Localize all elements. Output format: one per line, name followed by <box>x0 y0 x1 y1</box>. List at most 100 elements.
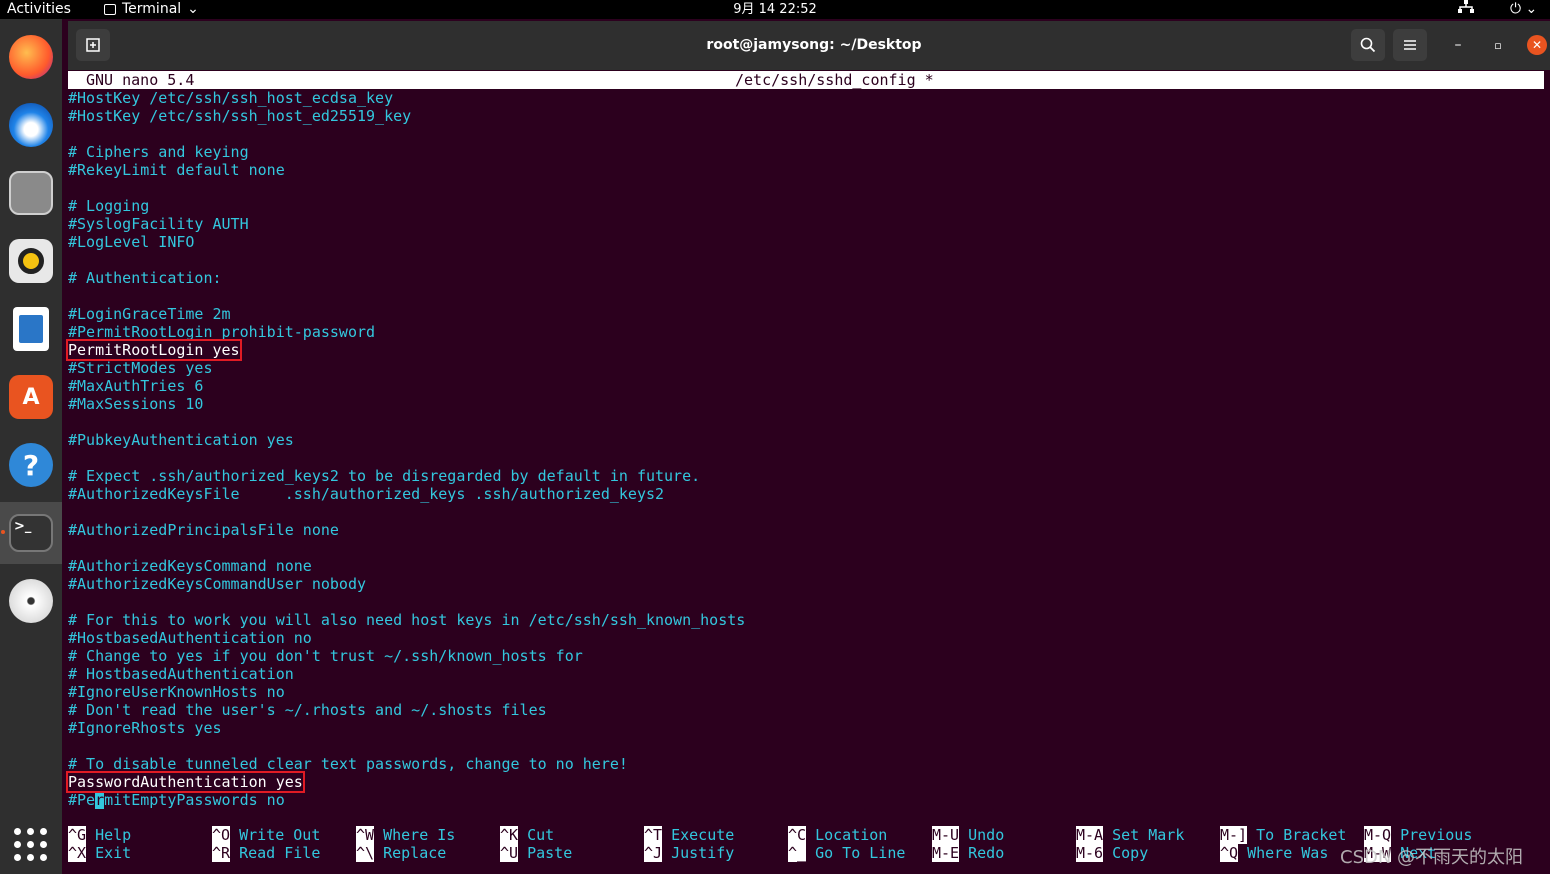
network-icon[interactable] <box>1458 0 1474 20</box>
editor-line[interactable]: PasswordAuthentication yes <box>66 771 1544 793</box>
line-text: #AuthorizedPrincipalsFile none <box>68 521 339 539</box>
editor-line[interactable]: # Don't read the user's ~/.rhosts and ~/… <box>68 701 1544 719</box>
editor-line[interactable]: #LoginGraceTime 2m <box>68 305 1544 323</box>
editor-line[interactable]: # Logging <box>68 197 1544 215</box>
hamburger-menu-button[interactable] <box>1393 29 1427 61</box>
shortcut-item[interactable]: M-U Undo <box>932 826 1004 844</box>
shortcut-label: To Bracket <box>1247 826 1347 844</box>
shortcut-item[interactable]: M-Q Previous <box>1364 826 1472 844</box>
shortcut-item[interactable]: ^J Justify <box>644 844 734 862</box>
editor-line[interactable]: #PermitRootLogin prohibit-password <box>68 323 1544 341</box>
dvd-icon[interactable] <box>7 577 55 625</box>
editor-line[interactable] <box>68 179 1544 197</box>
software-icon[interactable]: A <box>7 373 55 421</box>
shortcut-item[interactable]: ^Q Where Was <box>1220 844 1328 862</box>
editor-line[interactable]: # Ciphers and keying <box>68 143 1544 161</box>
editor-line[interactable]: #MaxSessions 10 <box>68 395 1544 413</box>
search-button[interactable] <box>1351 29 1385 61</box>
thunderbird-icon[interactable] <box>7 101 55 149</box>
editor-line[interactable]: #StrictModes yes <box>68 359 1544 377</box>
editor-line[interactable] <box>68 251 1544 269</box>
shortcut-item[interactable]: ^U Paste <box>500 844 572 862</box>
shortcut-item[interactable]: M-A Set Mark <box>1076 826 1184 844</box>
editor-line[interactable]: #HostbasedAuthentication no <box>68 629 1544 647</box>
editor-line[interactable]: #MaxAuthTries 6 <box>68 377 1544 395</box>
editor-line[interactable] <box>68 413 1544 431</box>
shortcut-item[interactable]: ^X Exit <box>68 844 131 862</box>
shortcut-item[interactable]: ^C Location <box>788 826 887 844</box>
shortcut-item[interactable]: ^O Write Out <box>212 826 320 844</box>
editor-line[interactable] <box>68 539 1544 557</box>
editor-line[interactable] <box>68 593 1544 611</box>
editor-buffer[interactable]: #HostKey /etc/ssh/ssh_host_ecdsa_key #Hos… <box>66 89 1544 809</box>
shortcut-item[interactable]: ^\ Replace <box>356 844 446 862</box>
editor-line[interactable]: #AuthorizedPrincipalsFile none <box>68 521 1544 539</box>
line-text: #PermitRootLogin prohibit-password <box>68 323 376 341</box>
editor-line[interactable]: #RekeyLimit default none <box>68 161 1544 179</box>
shortcut-key: M-Q <box>1364 826 1392 844</box>
line-text: #PubkeyAuthentication yes <box>68 431 294 449</box>
editor-line[interactable]: # Change to yes if you don't trust ~/.ss… <box>68 647 1544 665</box>
line-text: # Authentication: <box>68 269 222 287</box>
rhythmbox-icon[interactable] <box>7 237 55 285</box>
minimize-button[interactable]: – <box>1446 33 1470 57</box>
shortcut-key: ^_ <box>788 844 807 862</box>
shortcut-item[interactable]: ^_ Go To Line <box>788 844 905 862</box>
editor-line[interactable]: #AuthorizedKeysCommandUser nobody <box>68 575 1544 593</box>
shortcut-item[interactable]: ^W Where Is <box>356 826 455 844</box>
firefox-icon[interactable] <box>7 33 55 81</box>
editor-line[interactable]: #IgnoreRhosts yes <box>68 719 1544 737</box>
shortcut-item[interactable]: M-E Redo <box>932 844 1004 862</box>
shortcut-item[interactable]: M-6 Copy <box>1076 844 1148 862</box>
editor-line[interactable] <box>68 737 1544 755</box>
search-icon <box>1360 37 1376 53</box>
line-text: #SyslogFacility AUTH <box>68 215 249 233</box>
editor-line[interactable]: #PubkeyAuthentication yes <box>68 431 1544 449</box>
close-button[interactable]: ✕ <box>1527 35 1547 55</box>
editor-line[interactable]: # Authentication: <box>68 269 1544 287</box>
line-text: #MaxAuthTries 6 <box>68 377 204 395</box>
help-icon[interactable]: ? <box>7 441 55 489</box>
nano-shortcut-bar: ^G Help ^X Exit ^O Write Out ^R Read File ^W… <box>68 826 1544 866</box>
shortcut-item[interactable]: M-] To Bracket <box>1220 826 1346 844</box>
editor-line[interactable]: # To disable tunneled clear text passwor… <box>68 755 1544 773</box>
clock[interactable]: 9月 14 22:52 <box>0 0 1550 19</box>
terminal-icon[interactable]: >_ <box>7 509 55 557</box>
line-text: # To disable tunneled clear text passwor… <box>68 755 628 773</box>
line-text: #IgnoreUserKnownHosts no <box>68 683 285 701</box>
editor-line[interactable]: #LogLevel INFO <box>68 233 1544 251</box>
editor-line[interactable]: #PermitEmptyPasswords no <box>68 791 1544 809</box>
power-icon[interactable]: ⏻ ⌄ <box>1510 0 1537 19</box>
shortcut-key: ^R <box>212 844 231 862</box>
editor-line[interactable]: #SyslogFacility AUTH <box>68 215 1544 233</box>
editor-line[interactable]: #AuthorizedKeysCommand none <box>68 557 1544 575</box>
libreoffice-writer-icon[interactable] <box>7 305 55 353</box>
line-text: #AuthorizedKeysCommand none <box>68 557 312 575</box>
shortcut-item[interactable]: ^G Help <box>68 826 131 844</box>
editor-line[interactable]: # For this to work you will also need ho… <box>68 611 1544 629</box>
line-text: #HostbasedAuthentication no <box>68 629 312 647</box>
editor-line[interactable]: #HostKey /etc/ssh/ssh_host_ecdsa_key <box>68 89 1544 107</box>
editor-line[interactable]: #AuthorizedKeysFile .ssh/authorized_keys… <box>68 485 1544 503</box>
shortcut-item[interactable]: ^R Read File <box>212 844 320 862</box>
editor-line[interactable]: # Expect .ssh/authorized_keys2 to be dis… <box>68 467 1544 485</box>
editor-line[interactable]: #HostKey /etc/ssh/ssh_host_ed25519_key <box>68 107 1544 125</box>
editor-line[interactable]: # HostbasedAuthentication <box>68 665 1544 683</box>
line-text: #HostKey /etc/ssh/ssh_host_ed25519_key <box>68 107 412 125</box>
line-text: #LogLevel INFO <box>68 233 195 251</box>
shortcut-item[interactable]: ^T Execute <box>644 826 734 844</box>
shortcut-key: ^O <box>212 826 231 844</box>
files-icon[interactable] <box>7 169 55 217</box>
editor-line[interactable]: PermitRootLogin yes <box>66 339 1544 361</box>
editor-line[interactable] <box>68 503 1544 521</box>
editor-line[interactable]: #IgnoreUserKnownHosts no <box>68 683 1544 701</box>
editor-line[interactable] <box>68 125 1544 143</box>
shortcut-key: ^G <box>68 826 87 844</box>
hamburger-icon <box>1404 40 1416 50</box>
maximize-button[interactable]: ▫ <box>1486 33 1510 57</box>
editor-line[interactable] <box>68 449 1544 467</box>
shortcut-label: Help <box>86 826 132 844</box>
show-applications-icon[interactable] <box>14 828 48 862</box>
shortcut-item[interactable]: ^K Cut <box>500 826 554 844</box>
editor-line[interactable] <box>68 287 1544 305</box>
